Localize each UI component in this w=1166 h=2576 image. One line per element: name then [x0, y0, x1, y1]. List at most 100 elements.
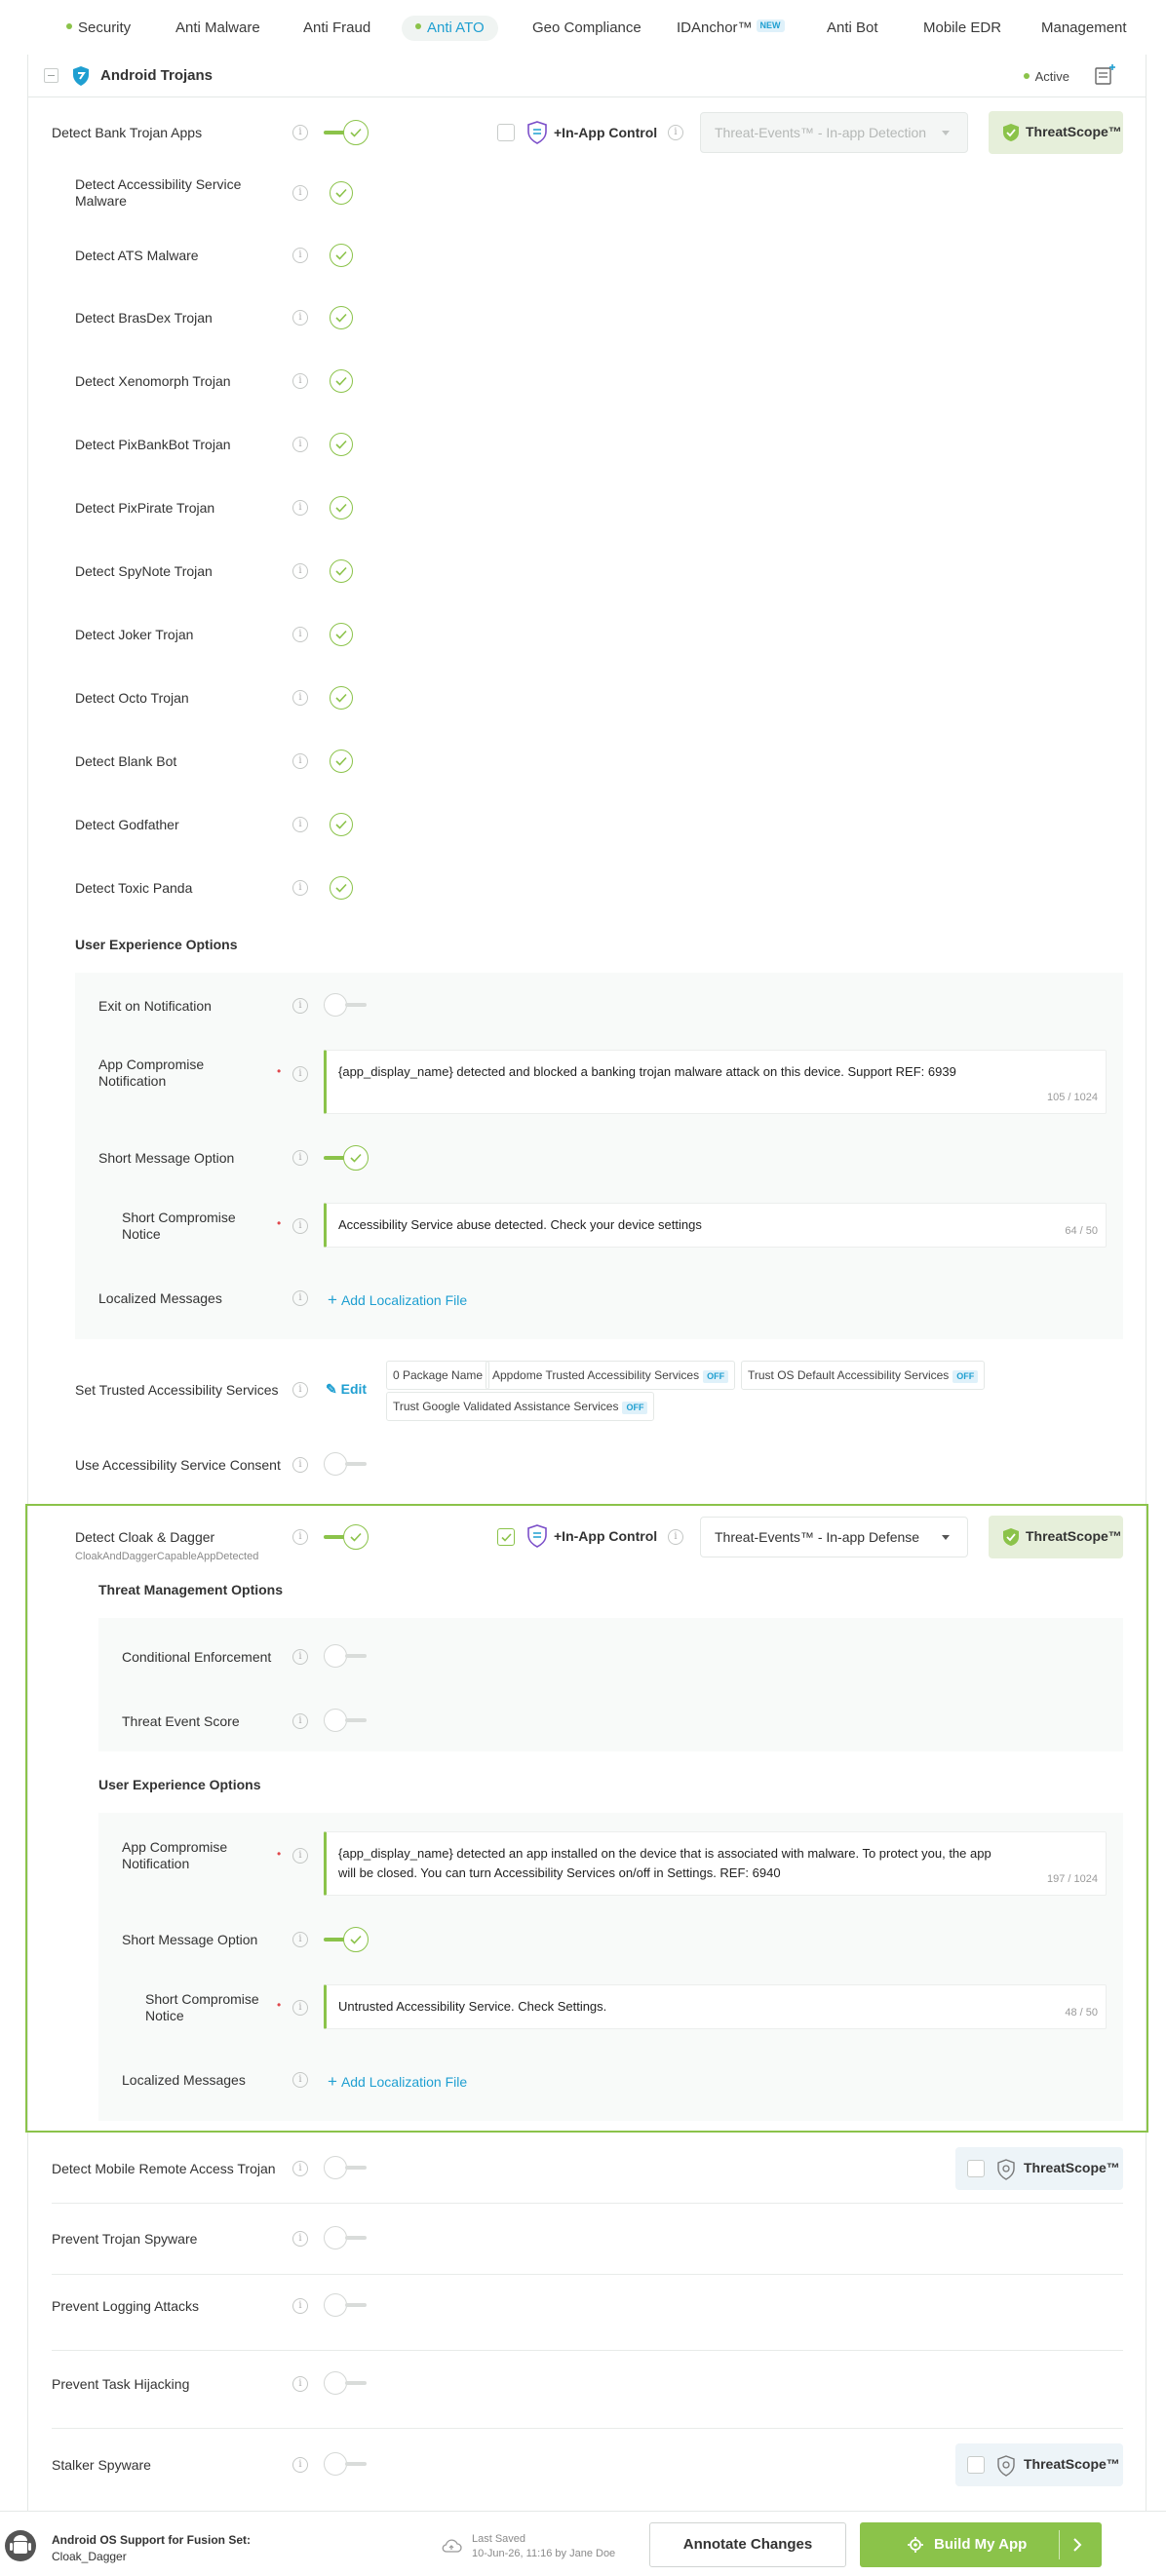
chip-label: 0 Package Name: [393, 1368, 484, 1382]
bank-trojan-toggle[interactable]: [324, 120, 369, 145]
bank-child-toggle[interactable]: [330, 496, 353, 519]
app-compromise-notification-field[interactable]: {app_display_name} detected and blocked …: [324, 1050, 1107, 1114]
bank-child-toggle[interactable]: [330, 306, 353, 329]
annotate-changes-button[interactable]: Annotate Changes: [649, 2522, 846, 2567]
info-icon[interactable]: i: [292, 998, 308, 1014]
info-icon[interactable]: i: [292, 2000, 308, 2016]
info-icon[interactable]: i: [668, 125, 683, 140]
info-icon[interactable]: i: [292, 563, 308, 579]
conditional-enforcement-toggle[interactable]: [324, 1644, 369, 1668]
add-localization-link[interactable]: + Add Localization File: [328, 2072, 467, 2092]
conditional-enforcement-label: Conditional Enforcement: [122, 1649, 272, 1665]
tab-geo-compliance[interactable]: Geo Compliance: [532, 16, 641, 41]
bank-child-toggle[interactable]: [330, 181, 353, 205]
info-icon[interactable]: i: [292, 1649, 308, 1665]
tab-anti-ato[interactable]: Anti ATO: [402, 16, 498, 41]
info-icon[interactable]: i: [292, 2298, 308, 2314]
info-icon[interactable]: i: [292, 880, 308, 896]
bank-child-label: Detect Godfather: [75, 817, 179, 832]
info-icon[interactable]: i: [292, 2231, 308, 2247]
short-message-toggle[interactable]: [324, 1927, 369, 1952]
info-icon[interactable]: i: [292, 1529, 308, 1545]
bank-child-toggle[interactable]: [330, 813, 353, 836]
bank-inapp-checkbox[interactable]: [497, 124, 515, 141]
inapp-shield-icon: [527, 121, 547, 144]
info-icon[interactable]: i: [292, 1290, 308, 1306]
short-compromise-notice-field[interactable]: Untrusted Accessibility Service. Check S…: [324, 1984, 1107, 2029]
threatscope-checkbox[interactable]: [967, 2160, 985, 2177]
info-icon[interactable]: i: [292, 690, 308, 706]
build-my-app-button[interactable]: Build My App: [860, 2522, 1102, 2567]
info-icon[interactable]: i: [292, 1382, 308, 1398]
tab-anti-malware[interactable]: Anti Malware: [175, 16, 260, 41]
bank-child-toggle[interactable]: [330, 433, 353, 456]
cloak-inapp-checkbox[interactable]: [497, 1528, 515, 1546]
accessibility-consent-toggle[interactable]: [324, 1452, 369, 1476]
info-icon[interactable]: i: [292, 1713, 308, 1729]
chip-label: Trust Google Validated Assistance Servic…: [393, 1400, 619, 1413]
cloak-threat-events-select[interactable]: Threat-Events™ - In-app Defense: [700, 1517, 968, 1557]
info-icon[interactable]: i: [292, 2376, 308, 2392]
info-icon[interactable]: i: [292, 627, 308, 642]
info-icon[interactable]: i: [292, 125, 308, 140]
tab-anti-fraud[interactable]: Anti Fraud: [303, 16, 370, 41]
tab-management[interactable]: Management: [1041, 16, 1127, 41]
info-icon[interactable]: i: [292, 1066, 308, 1082]
document-add-icon[interactable]: [1093, 63, 1116, 87]
info-icon[interactable]: i: [292, 248, 308, 263]
check-icon: [335, 188, 347, 198]
tab-mobile-edr[interactable]: Mobile EDR: [923, 16, 1001, 41]
bank-child-toggle[interactable]: [330, 876, 353, 900]
info-icon[interactable]: i: [292, 1218, 308, 1234]
bank-child-label: Detect Blank Bot: [75, 753, 177, 769]
threat-event-score-toggle[interactable]: [324, 1709, 369, 1732]
task-hijacking-toggle[interactable]: [324, 2371, 369, 2395]
app-compromise-notification-field[interactable]: {app_display_name} detected an app insta…: [324, 1831, 1107, 1896]
bank-child-toggle[interactable]: [330, 369, 353, 393]
bank-child-toggle[interactable]: [330, 559, 353, 583]
chevron-down-icon: [942, 1535, 950, 1540]
short-compromise-notice-field[interactable]: Accessibility Service abuse detected. Ch…: [324, 1203, 1107, 1248]
trojan-spyware-toggle[interactable]: [324, 2226, 369, 2249]
bank-child-toggle[interactable]: [330, 686, 353, 710]
collapse-toggle[interactable]: [44, 68, 58, 83]
info-icon[interactable]: i: [292, 185, 308, 201]
info-icon[interactable]: i: [292, 753, 308, 769]
bank-child-toggle[interactable]: [330, 750, 353, 773]
add-localization-link[interactable]: + Add Localization File: [328, 1290, 467, 1310]
info-icon[interactable]: i: [668, 1529, 683, 1545]
bank-threat-events-select[interactable]: Threat-Events™ - In-app Detection: [700, 112, 968, 153]
info-icon[interactable]: i: [292, 2072, 308, 2088]
stalker-spyware-toggle[interactable]: [324, 2452, 369, 2476]
threatscope-button[interactable]: ThreatScope™: [955, 2147, 1123, 2190]
edit-trusted-button[interactable]: ✎ Edit: [326, 1381, 367, 1398]
chevron-right-icon[interactable]: [1072, 2538, 1082, 2552]
bank-child-toggle[interactable]: [330, 623, 353, 646]
bank-child-toggle[interactable]: [330, 244, 353, 267]
info-icon[interactable]: i: [292, 500, 308, 516]
info-icon[interactable]: i: [292, 2161, 308, 2176]
tab-security[interactable]: Security: [66, 16, 131, 41]
threatscope-button[interactable]: ThreatScope™: [989, 111, 1123, 154]
threatscope-button[interactable]: ThreatScope™: [989, 1516, 1123, 1558]
info-icon[interactable]: i: [292, 1150, 308, 1166]
info-icon[interactable]: i: [292, 2457, 308, 2473]
info-icon[interactable]: i: [292, 1932, 308, 1947]
exit-on-notification-toggle[interactable]: [324, 993, 369, 1017]
logging-attacks-toggle[interactable]: [324, 2293, 369, 2317]
tab-anti-bot[interactable]: Anti Bot: [827, 16, 878, 41]
remote-access-trojan-toggle[interactable]: [324, 2156, 369, 2179]
info-icon[interactable]: i: [292, 310, 308, 326]
threatscope-button[interactable]: ThreatScope™: [955, 2443, 1123, 2486]
info-icon[interactable]: i: [292, 1848, 308, 1864]
tab-label: Security: [78, 19, 132, 36]
cloak-dagger-toggle[interactable]: [324, 1524, 369, 1550]
top-tab-bar: Security Anti Malware Anti Fraud Anti AT…: [0, 0, 1166, 55]
info-icon[interactable]: i: [292, 817, 308, 832]
threatscope-checkbox[interactable]: [967, 2456, 985, 2474]
info-icon[interactable]: i: [292, 1457, 308, 1473]
info-icon[interactable]: i: [292, 373, 308, 389]
info-icon[interactable]: i: [292, 437, 308, 452]
tab-idanchor[interactable]: IDAnchor™ NEW: [677, 16, 785, 41]
short-message-toggle[interactable]: [324, 1145, 369, 1171]
